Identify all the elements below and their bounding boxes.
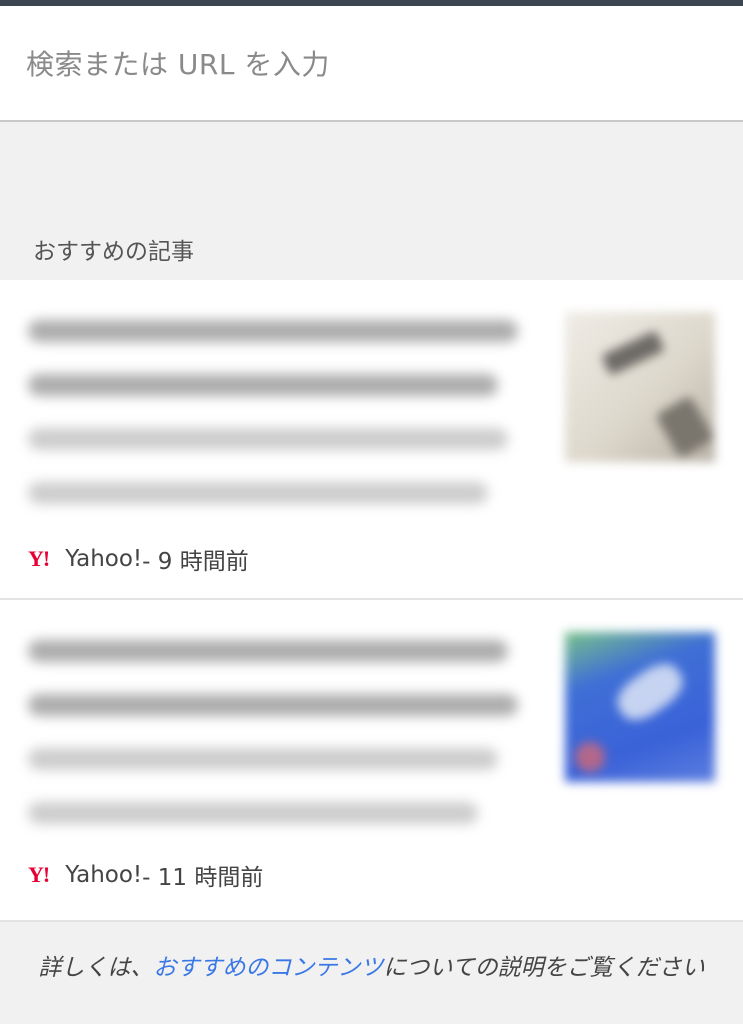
article-text-blurred bbox=[28, 640, 528, 856]
yahoo-logo-icon: Y! bbox=[28, 546, 50, 571]
article-time: - 9 時間前 bbox=[142, 549, 249, 575]
section-title: おすすめの記事 bbox=[33, 239, 194, 265]
article-thumbnail bbox=[565, 632, 715, 782]
article-thumbnail bbox=[565, 312, 715, 462]
article-source: Y! Yahoo! - 11 時間前 bbox=[28, 858, 263, 892]
article-card[interactable]: Y! Yahoo! - 11 時間前 bbox=[0, 600, 743, 922]
article-card[interactable]: Y! Yahoo! - 9 時間前 bbox=[0, 280, 743, 600]
yahoo-logo-icon: Y! bbox=[28, 862, 50, 887]
article-source: Y! Yahoo! - 9 時間前 bbox=[28, 542, 249, 576]
footer-prefix: 詳しくは、 bbox=[38, 955, 154, 981]
source-name: Yahoo! bbox=[65, 546, 143, 572]
article-text-blurred bbox=[28, 320, 528, 536]
article-feed: Y! Yahoo! - 9 時間前 Y! Yahoo! - 11 時間前 bbox=[0, 280, 743, 922]
suggested-content-link[interactable]: おすすめのコンテンツ bbox=[153, 955, 383, 981]
omnibox-placeholder[interactable]: 検索または URL を入力 bbox=[26, 43, 330, 83]
source-name: Yahoo! bbox=[65, 862, 143, 888]
footer-suffix: についての説明をご覧ください bbox=[383, 955, 705, 981]
article-time: - 11 時間前 bbox=[142, 865, 264, 891]
omnibox[interactable]: 検索または URL を入力 bbox=[0, 6, 743, 122]
footer-note: 詳しくは、おすすめのコンテンツについての説明をご覧ください bbox=[0, 922, 743, 984]
section-header: おすすめの記事 bbox=[0, 232, 743, 280]
